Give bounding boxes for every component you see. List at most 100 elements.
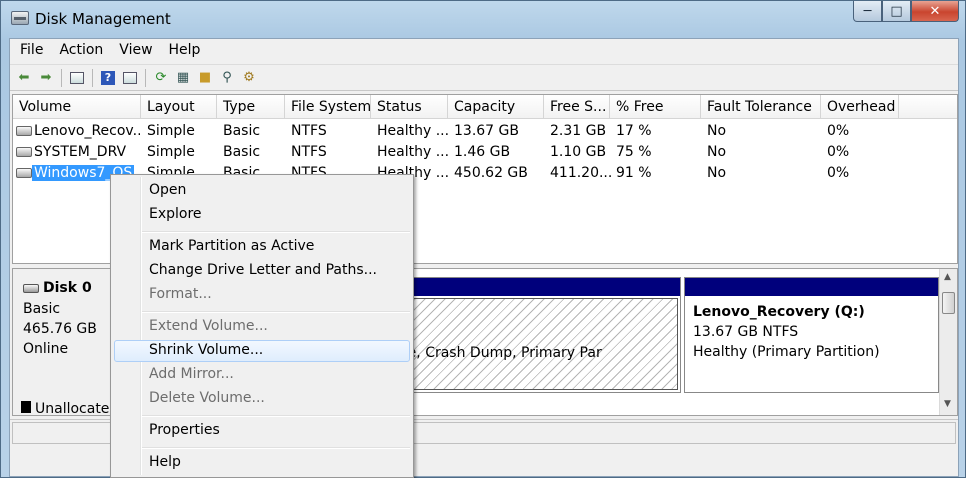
minimize-button[interactable]: ─ <box>853 1 882 22</box>
cell-capacity: 13.67 GB <box>454 123 519 139</box>
volume-icon <box>16 126 32 136</box>
maximize-button[interactable]: □ <box>882 1 911 22</box>
back-button[interactable]: ⬅ <box>14 68 34 88</box>
back-arrow-icon: ⬅ <box>18 70 30 85</box>
disk-icon <box>23 284 39 293</box>
column-file-system[interactable]: File System <box>285 95 371 119</box>
disk-size: 465.76 GB <box>23 321 97 337</box>
close-icon: ✕ <box>929 3 941 19</box>
ctx-open[interactable]: Open <box>114 180 410 202</box>
cell-free-space: 1.10 GB <box>550 144 607 160</box>
menu-separator <box>142 311 410 313</box>
disk-name: Disk 0 <box>43 280 92 296</box>
cell-type: Basic <box>223 144 261 160</box>
find-icon: ⚲ <box>222 70 232 85</box>
ctx-explore[interactable]: Explore <box>114 204 410 226</box>
cell-volume: SYSTEM_DRV <box>34 144 127 160</box>
find-button[interactable]: ⚲ <box>217 68 237 88</box>
scroll-up-icon[interactable]: ▲ <box>944 272 951 282</box>
menu-file[interactable]: File <box>12 39 51 63</box>
table-row[interactable]: Lenovo_Recov... Simple Basic NTFS Health… <box>13 121 957 142</box>
window-controls: ─ □ ✕ <box>853 1 959 23</box>
refresh-button[interactable]: ⟳ <box>151 68 171 88</box>
cell-fault-tolerance: No <box>707 165 727 181</box>
partition-lenovo-recovery[interactable]: Lenovo_Recovery (Q:) 13.67 GB NTFS Healt… <box>684 277 939 393</box>
menu-view[interactable]: View <box>111 39 160 63</box>
cell-overhead: 0% <box>827 123 850 139</box>
column-type[interactable]: Type <box>217 95 285 119</box>
help-button[interactable]: ? <box>98 68 118 88</box>
cell-fault-tolerance: No <box>707 144 727 160</box>
column-percent-free[interactable]: % Free <box>610 95 701 119</box>
menu-help[interactable]: Help <box>161 39 209 63</box>
up-level-button[interactable] <box>67 68 87 88</box>
toolbar-separator <box>61 68 62 87</box>
disk-pane-scrollbar[interactable]: ▲ ▼ <box>939 269 957 415</box>
cell-overhead: 0% <box>827 144 850 160</box>
unallocated-legend-swatch <box>21 401 31 413</box>
refresh-icon: ⟳ <box>155 70 167 85</box>
cell-file-system: NTFS <box>291 144 327 160</box>
cell-capacity: 450.62 GB <box>454 165 528 181</box>
menu-action[interactable]: Action <box>51 39 111 63</box>
properties-button[interactable]: ▦ <box>173 68 193 88</box>
properties-icon: ▦ <box>176 70 190 85</box>
cell-type: Basic <box>223 123 261 139</box>
context-menu: Open Explore Mark Partition as Active Ch… <box>110 174 414 478</box>
scroll-thumb[interactable] <box>942 292 955 314</box>
menu-separator <box>142 231 410 233</box>
column-volume[interactable]: Volume <box>13 95 141 119</box>
menu-bar: File Action View Help <box>10 39 958 63</box>
column-free-space[interactable]: Free S... <box>544 95 610 119</box>
cell-percent-free: 91 % <box>616 165 652 181</box>
cell-layout: Simple <box>147 123 195 139</box>
column-overhead[interactable]: Overhead <box>821 95 899 119</box>
help-icon: ? <box>101 70 115 85</box>
show-hide-pane-icon <box>123 71 137 84</box>
toolbar-separator <box>145 68 146 87</box>
column-fault-tolerance[interactable]: Fault Tolerance <box>701 95 821 119</box>
cell-fault-tolerance: No <box>707 123 727 139</box>
cell-volume: Lenovo_Recov... <box>34 123 140 139</box>
ctx-mark-partition-active[interactable]: Mark Partition as Active <box>114 236 410 258</box>
table-row[interactable]: SYSTEM_DRV Simple Basic NTFS Healthy ...… <box>13 142 957 163</box>
partition-header-bar <box>685 278 938 296</box>
volume-icon <box>16 168 32 178</box>
open-folder-icon: ■ <box>198 70 212 85</box>
up-level-icon <box>70 71 84 84</box>
ctx-add-mirror: Add Mirror... <box>149 366 234 382</box>
disk-management-app-icon <box>11 11 29 25</box>
cell-percent-free: 75 % <box>616 144 652 160</box>
column-layout[interactable]: Layout <box>141 95 217 119</box>
open-button[interactable]: ■ <box>195 68 215 88</box>
cell-status: Healthy ... <box>377 123 450 139</box>
minimize-icon: ─ <box>863 3 872 19</box>
cell-layout: Simple <box>147 144 195 160</box>
scroll-down-icon[interactable]: ▼ <box>944 399 951 409</box>
ctx-change-drive-letter[interactable]: Change Drive Letter and Paths... <box>114 260 410 282</box>
disk-0-info[interactable]: Disk 0 Basic 465.76 GB Online Unallocate… <box>13 269 118 417</box>
cell-free-space: 411.20... <box>550 165 613 181</box>
volume-icon <box>16 147 32 157</box>
column-status[interactable]: Status <box>371 95 448 119</box>
window-title: Disk Management <box>35 10 171 28</box>
close-button[interactable]: ✕ <box>911 1 959 22</box>
toolbar-separator <box>92 68 93 87</box>
ctx-help[interactable]: Help <box>114 452 410 474</box>
ctx-properties[interactable]: Properties <box>114 420 410 442</box>
ctx-delete-volume: Delete Volume... <box>149 390 265 406</box>
ctx-extend-volume: Extend Volume... <box>149 318 268 334</box>
unallocated-legend-label: Unallocated <box>35 401 119 417</box>
ctx-shrink-volume[interactable]: Shrink Volume... <box>114 340 410 362</box>
settings-button[interactable]: ⚙ <box>239 68 259 88</box>
ctx-format: Format... <box>149 286 212 302</box>
menu-separator <box>142 415 410 417</box>
cell-overhead: 0% <box>827 165 850 181</box>
disk-type: Basic <box>23 301 61 317</box>
cell-capacity: 1.46 GB <box>454 144 511 160</box>
show-hide-pane-button[interactable] <box>120 68 140 88</box>
column-capacity[interactable]: Capacity <box>448 95 544 119</box>
forward-button[interactable]: ➡ <box>36 68 56 88</box>
title-bar: Disk Management ─ □ ✕ <box>1 1 965 37</box>
menu-separator <box>142 447 410 449</box>
